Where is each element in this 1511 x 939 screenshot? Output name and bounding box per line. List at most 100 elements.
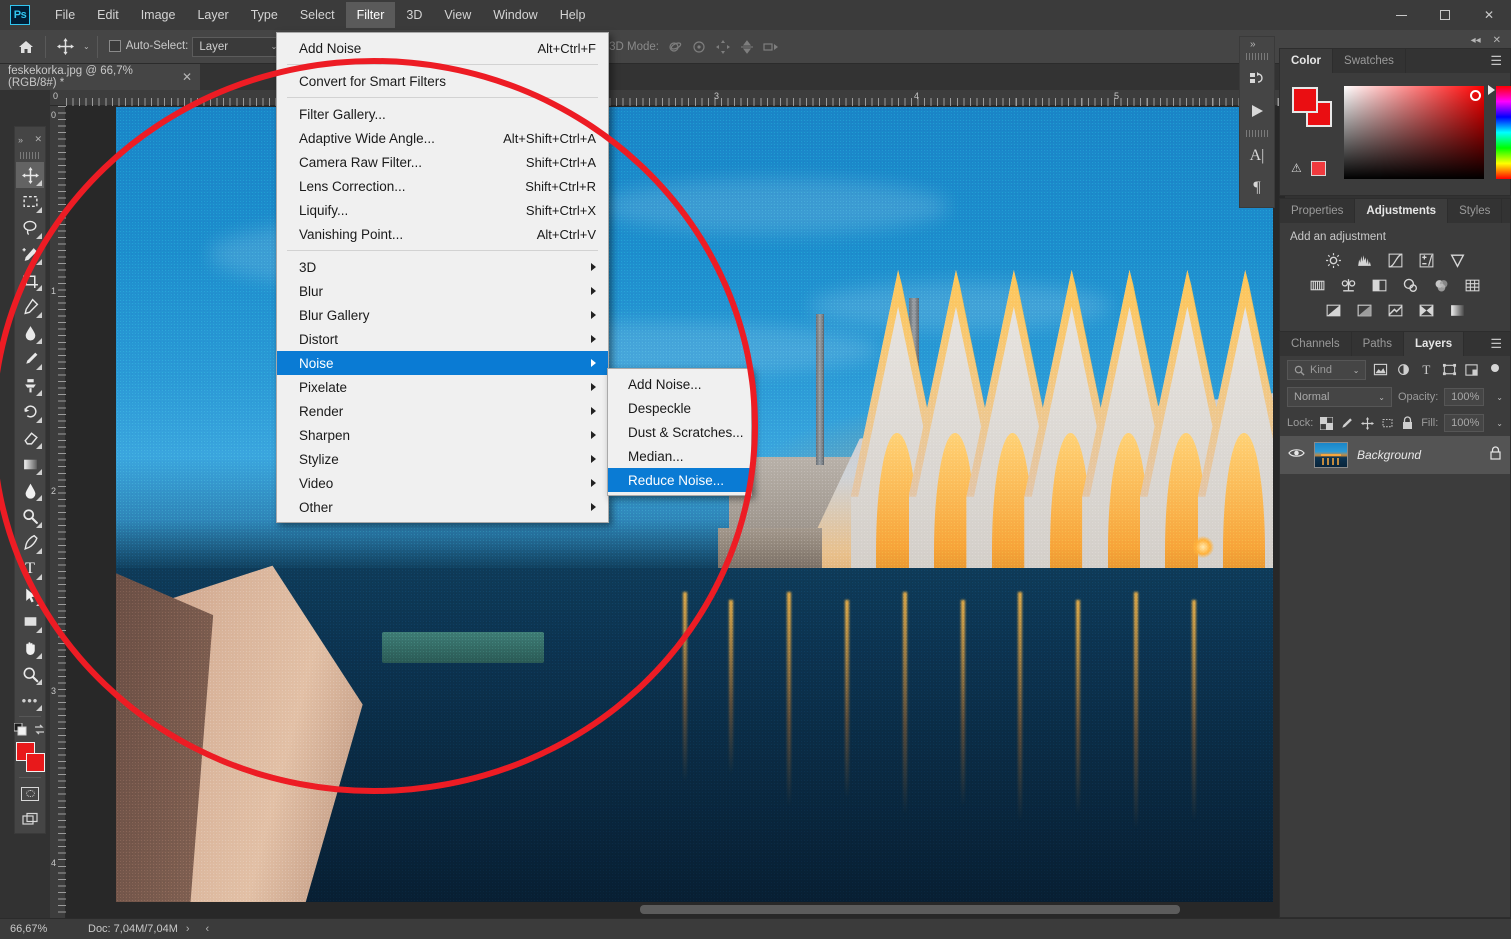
path-selection-tool[interactable]: [16, 582, 44, 608]
fill-chevron-down-icon[interactable]: ⌄: [1496, 419, 1503, 428]
opacity-field[interactable]: 100%: [1444, 388, 1485, 406]
quick-selection-tool[interactable]: [16, 241, 44, 267]
menu-image[interactable]: Image: [130, 2, 187, 28]
blur-tool[interactable]: [16, 477, 44, 503]
eyedropper-tool[interactable]: [16, 293, 44, 319]
panel-grip[interactable]: [20, 152, 40, 160]
layer-thumbnail[interactable]: [1314, 442, 1348, 468]
filter-toggle-icon[interactable]: [1486, 361, 1503, 380]
menu-item-lens-correction[interactable]: Lens Correction... Shift+Ctrl+R: [277, 174, 608, 198]
gradient-tool[interactable]: [16, 451, 44, 477]
layer-row-background[interactable]: Background: [1280, 436, 1510, 474]
close-icon[interactable]: ✕: [34, 134, 42, 145]
exposure-icon[interactable]: [1416, 251, 1436, 269]
menu-item-render[interactable]: Render: [277, 399, 608, 423]
photo-filter-icon[interactable]: [1401, 276, 1421, 294]
tab-layers[interactable]: Layers: [1404, 332, 1465, 356]
lock-image-pixels-icon[interactable]: [1340, 414, 1354, 432]
panel-menu-icon[interactable]: ☰: [1482, 49, 1510, 73]
menu-item-camera-raw-filter[interactable]: Camera Raw Filter... Shift+Ctrl+A: [277, 150, 608, 174]
auto-select-checkbox[interactable]: Auto-Select:: [108, 40, 188, 53]
channel-mixer-icon[interactable]: [1432, 276, 1452, 294]
swap-colors-icon[interactable]: [32, 720, 47, 738]
spot-healing-brush-tool[interactable]: [16, 320, 44, 346]
out-of-gamut-warning-icon[interactable]: ⚠: [1291, 161, 1302, 175]
panel-menu-icon[interactable]: ☰: [1502, 199, 1511, 223]
filter-type-icon[interactable]: T: [1418, 361, 1435, 380]
auto-select-target-dropdown[interactable]: Layer ⌄: [192, 36, 285, 57]
actions-play-icon[interactable]: [1242, 95, 1272, 127]
menu-window[interactable]: Window: [482, 2, 548, 28]
selective-color-icon[interactable]: [1416, 301, 1436, 319]
pen-tool[interactable]: [16, 530, 44, 556]
menu-help[interactable]: Help: [549, 2, 597, 28]
status-collapse-icon[interactable]: ‹: [198, 923, 218, 935]
hand-tool[interactable]: [16, 635, 44, 661]
roll-3d-icon[interactable]: [687, 35, 711, 59]
close-icon[interactable]: ✕: [182, 70, 192, 84]
vibrance-icon[interactable]: [1447, 251, 1467, 269]
lock-icon[interactable]: [1489, 445, 1502, 465]
invert-icon[interactable]: [1323, 301, 1343, 319]
brush-tool[interactable]: [16, 346, 44, 372]
filter-pixel-icon[interactable]: [1372, 361, 1389, 380]
menu-item-noise[interactable]: Noise: [277, 351, 608, 375]
gamut-swatch[interactable]: [1311, 161, 1326, 176]
tab-swatches[interactable]: Swatches: [1333, 49, 1406, 73]
menu-file[interactable]: File: [44, 2, 86, 28]
fill-field[interactable]: 100%: [1444, 414, 1485, 432]
eye-icon[interactable]: [1288, 446, 1305, 464]
menu-3d[interactable]: 3D: [395, 2, 433, 28]
filter-smart-object-icon[interactable]: [1463, 361, 1480, 380]
close-button[interactable]: ✕: [1467, 0, 1511, 30]
layer-name[interactable]: Background: [1357, 448, 1421, 462]
screen-mode-button[interactable]: [16, 807, 44, 833]
type-tool[interactable]: T: [16, 556, 44, 582]
menu-filter[interactable]: Filter: [345, 2, 396, 28]
panel-grip[interactable]: [1246, 53, 1268, 60]
color-field[interactable]: [1344, 86, 1484, 179]
lasso-tool[interactable]: [16, 215, 44, 241]
history-brush-tool[interactable]: [16, 398, 44, 424]
zoom-tool[interactable]: [16, 661, 44, 687]
menu-item-other[interactable]: Other: [277, 495, 608, 519]
color-balance-icon[interactable]: [1339, 276, 1359, 294]
status-expand-icon[interactable]: ›: [178, 923, 198, 935]
tab-adjustments[interactable]: Adjustments: [1355, 199, 1449, 223]
menu-item-add-noise-repeat[interactable]: Add Noise Alt+Ctrl+F: [277, 36, 608, 60]
filter-shape-icon[interactable]: [1441, 361, 1458, 380]
gradient-map-icon[interactable]: [1447, 301, 1467, 319]
filter-adjustment-icon[interactable]: [1395, 361, 1412, 380]
menu-item-convert-for-smart-filters[interactable]: Convert for Smart Filters: [277, 69, 608, 93]
default-colors-icon[interactable]: [13, 720, 28, 738]
tab-styles[interactable]: Styles: [1448, 199, 1503, 223]
brightness-contrast-icon[interactable]: [1323, 251, 1343, 269]
menu-type[interactable]: Type: [240, 2, 289, 28]
character-panel-icon[interactable]: A|: [1242, 140, 1272, 172]
menu-item-pixelate[interactable]: Pixelate: [277, 375, 608, 399]
scale-3d-icon[interactable]: [759, 35, 783, 59]
menu-item-stylize[interactable]: Stylize: [277, 447, 608, 471]
maximize-button[interactable]: [1423, 0, 1467, 30]
menu-item-distort[interactable]: Distort: [277, 327, 608, 351]
levels-icon[interactable]: [1354, 251, 1374, 269]
slide-3d-icon[interactable]: [735, 35, 759, 59]
panel-grip[interactable]: [1246, 130, 1268, 137]
tab-channels[interactable]: Channels: [1280, 332, 1352, 356]
dodge-tool[interactable]: [16, 503, 44, 529]
menu-item-vanishing-point[interactable]: Vanishing Point... Alt+Ctrl+V: [277, 222, 608, 246]
color-field-cursor[interactable]: [1470, 90, 1481, 101]
horizontal-scrollbar[interactable]: [640, 905, 1180, 914]
menu-item-sharpen[interactable]: Sharpen: [277, 423, 608, 447]
history-icon[interactable]: [1242, 63, 1272, 95]
eraser-tool[interactable]: [16, 425, 44, 451]
clone-stamp-tool[interactable]: [16, 372, 44, 398]
hue-slider-marker[interactable]: [1488, 85, 1495, 95]
layer-filter-kind-dropdown[interactable]: Kind ⌄: [1287, 360, 1367, 380]
lock-position-icon[interactable]: [1360, 414, 1374, 432]
lock-transparent-pixels-icon[interactable]: [1319, 414, 1333, 432]
collapse-dock-icon[interactable]: ◂◂: [1471, 35, 1481, 46]
menu-item-3d[interactable]: 3D: [277, 255, 608, 279]
posterize-icon[interactable]: [1354, 301, 1374, 319]
canvas-area[interactable]: 0 3 4 5 0 1 2 3 4: [50, 90, 1285, 918]
